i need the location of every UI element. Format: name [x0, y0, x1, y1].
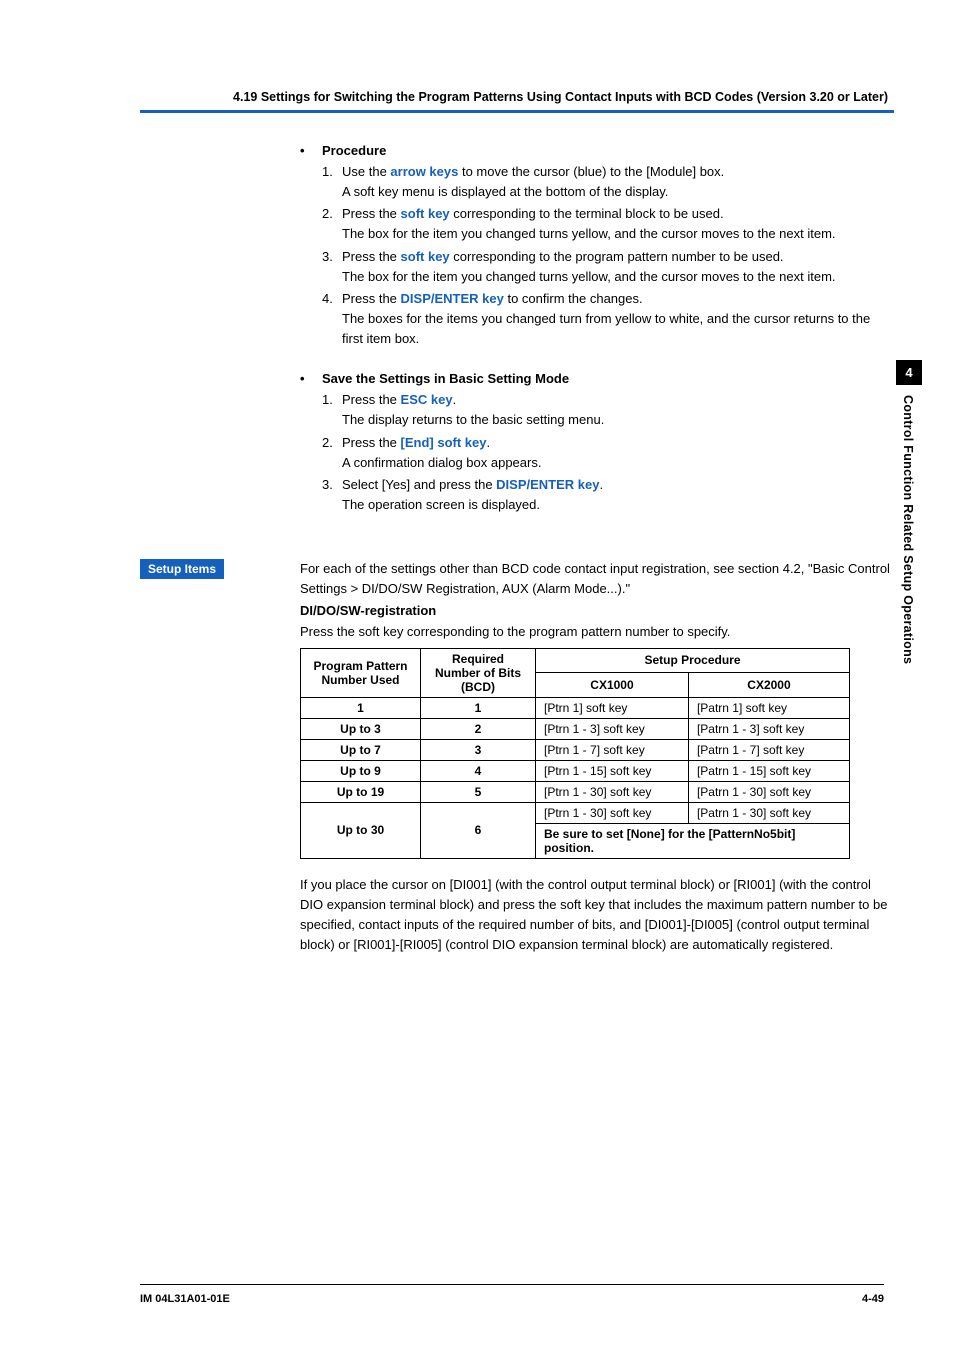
chapter-number: 4 [896, 360, 922, 385]
step-body: Press the DISP/ENTER key to confirm the … [342, 289, 894, 349]
table-row: Up to 32[Ptrn 1 - 3] soft key[Patrn 1 - … [301, 718, 850, 739]
table-row: 11[Ptrn 1] soft key[Patrn 1] soft key [301, 697, 850, 718]
table-row: Up to 30 6 [Ptrn 1 - 30] soft key [Patrn… [301, 802, 850, 823]
bcd-table: Program Pattern Number Used Required Num… [300, 648, 850, 859]
chapter-tab: 4 Control Function Related Setup Operati… [896, 360, 922, 664]
step-num: 3. [322, 247, 342, 287]
step-num: 2. [322, 433, 342, 473]
th-cx2000: CX2000 [688, 673, 849, 698]
th-pattern: Program Pattern Number Used [301, 648, 421, 697]
step-body: Press the ESC key.The display returns to… [342, 390, 894, 430]
footer-doc-id: IM 04L31A01-01E [140, 1293, 230, 1305]
table-row: Up to 73[Ptrn 1 - 7] soft key[Patrn 1 - … [301, 739, 850, 760]
step-num: 2. [322, 204, 342, 244]
setup-items-tag: Setup Items [140, 559, 224, 579]
header-rule [140, 110, 894, 113]
footer-rule [140, 1284, 884, 1285]
setup-outro: If you place the cursor on [DI001] (with… [300, 875, 894, 956]
step-num: 4. [322, 289, 342, 349]
bullet-marker: • [300, 371, 322, 386]
th-cx1000: CX1000 [536, 673, 689, 698]
step-body: Use the arrow keys to move the cursor (b… [342, 162, 894, 202]
table-row: Up to 94[Ptrn 1 - 15] soft key[Patrn 1 -… [301, 760, 850, 781]
step-body: Press the soft key corresponding to the … [342, 204, 894, 244]
procedure-heading: Procedure [322, 143, 386, 158]
step-body: Press the [End] soft key.A confirmation … [342, 433, 894, 473]
step-num: 1. [322, 390, 342, 430]
step-body: Press the soft key corresponding to the … [342, 247, 894, 287]
save-heading: Save the Settings in Basic Setting Mode [322, 371, 569, 386]
chapter-title: Control Function Related Setup Operation… [901, 385, 915, 664]
table-row: Up to 195[Ptrn 1 - 30] soft key[Patrn 1 … [301, 781, 850, 802]
setup-subline: Press the soft key corresponding to the … [300, 622, 894, 642]
bullet-marker: • [300, 143, 322, 158]
th-bits: Required Number of Bits (BCD) [421, 648, 536, 697]
step-num: 3. [322, 475, 342, 515]
step-body: Select [Yes] and press the DISP/ENTER ke… [342, 475, 894, 515]
th-proc: Setup Procedure [536, 648, 850, 673]
setup-subheading: DI/DO/SW-registration [300, 601, 894, 621]
page-header-title: 4.19 Settings for Switching the Program … [140, 90, 894, 104]
step-num: 1. [322, 162, 342, 202]
footer-page-num: 4-49 [862, 1293, 884, 1305]
setup-intro: For each of the settings other than BCD … [300, 559, 894, 599]
